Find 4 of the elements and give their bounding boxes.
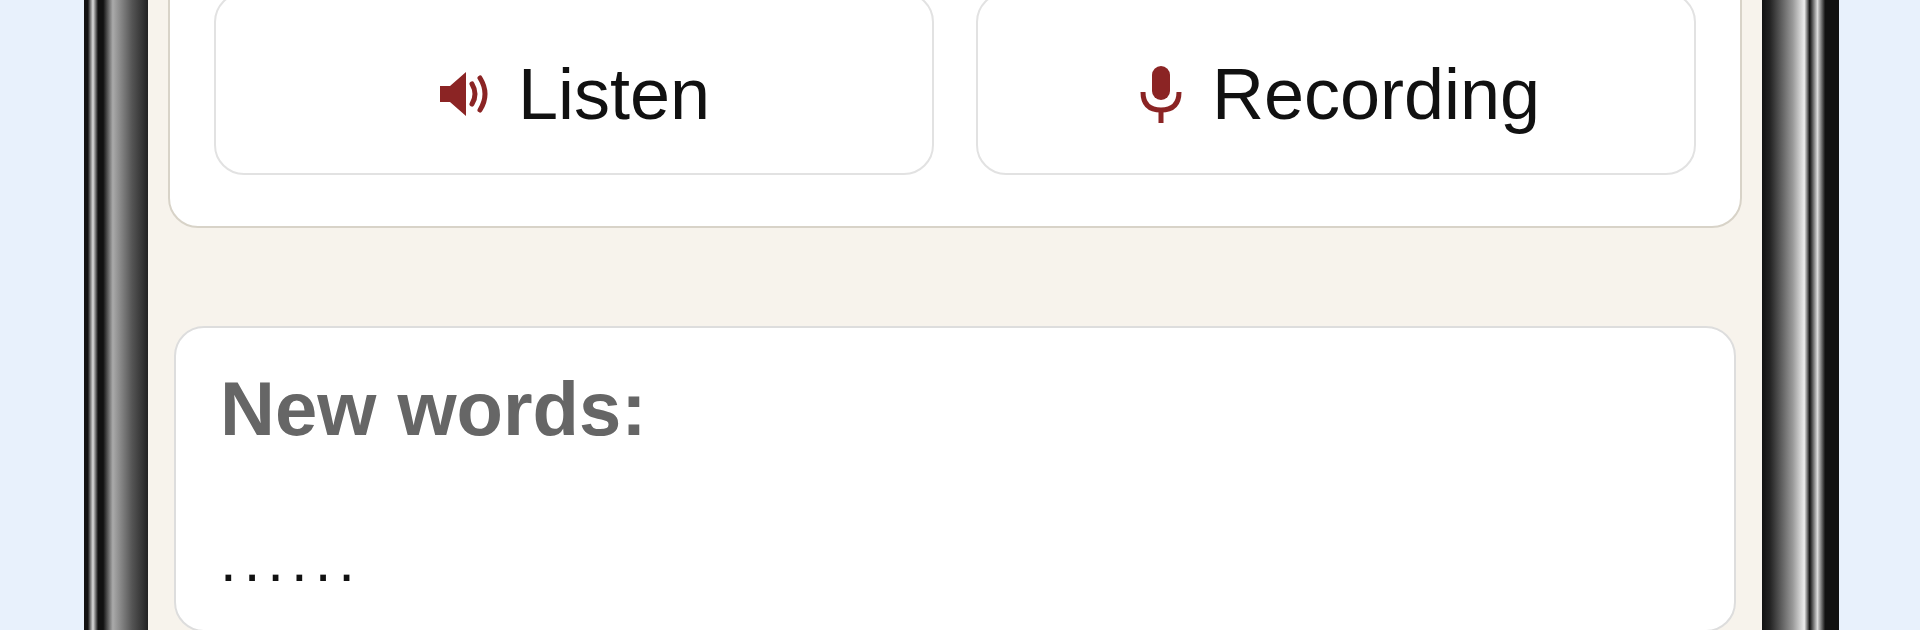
action-button[interactable]: Listen [214, 0, 934, 175]
new-words-heading: New words: [220, 365, 648, 453]
action-button[interactable]: Recording [976, 0, 1696, 175]
new-words-content: ...... [220, 526, 364, 596]
